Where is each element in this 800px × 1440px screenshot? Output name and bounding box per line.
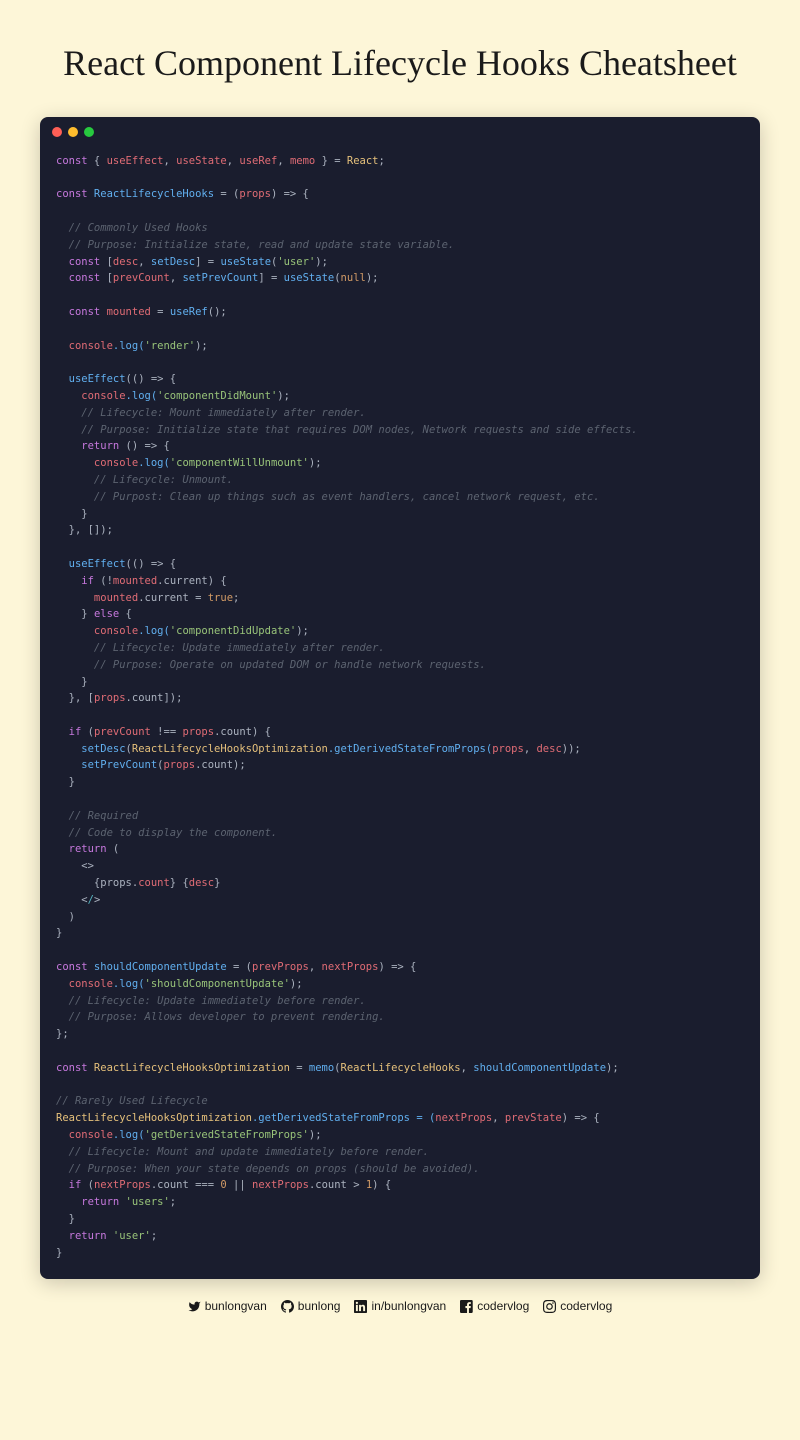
minimize-dot-icon [68,127,78,137]
facebook-link[interactable]: codervlog [460,1299,529,1313]
linkedin-handle: in/bunlongvan [371,1299,446,1313]
maximize-dot-icon [84,127,94,137]
code-block: const { useEffect, useState, useRef, mem… [40,147,760,1280]
instagram-handle: codervlog [560,1299,612,1313]
facebook-handle: codervlog [477,1299,529,1313]
linkedin-link[interactable]: in/bunlongvan [354,1299,446,1313]
github-handle: bunlong [298,1299,341,1313]
twitter-link[interactable]: bunlongvan [188,1299,267,1313]
twitter-icon [188,1300,201,1313]
facebook-icon [460,1300,473,1313]
instagram-icon [543,1300,556,1313]
linkedin-icon [354,1300,367,1313]
instagram-link[interactable]: codervlog [543,1299,612,1313]
github-icon [281,1300,294,1313]
footer: bunlongvan bunlong in/bunlongvan codervl… [0,1279,800,1313]
github-link[interactable]: bunlong [281,1299,341,1313]
code-window: const { useEffect, useState, useRef, mem… [40,117,760,1280]
page-title: React Component Lifecycle Hooks Cheatshe… [0,0,800,117]
twitter-handle: bunlongvan [205,1299,267,1313]
close-dot-icon [52,127,62,137]
window-controls [40,117,760,147]
